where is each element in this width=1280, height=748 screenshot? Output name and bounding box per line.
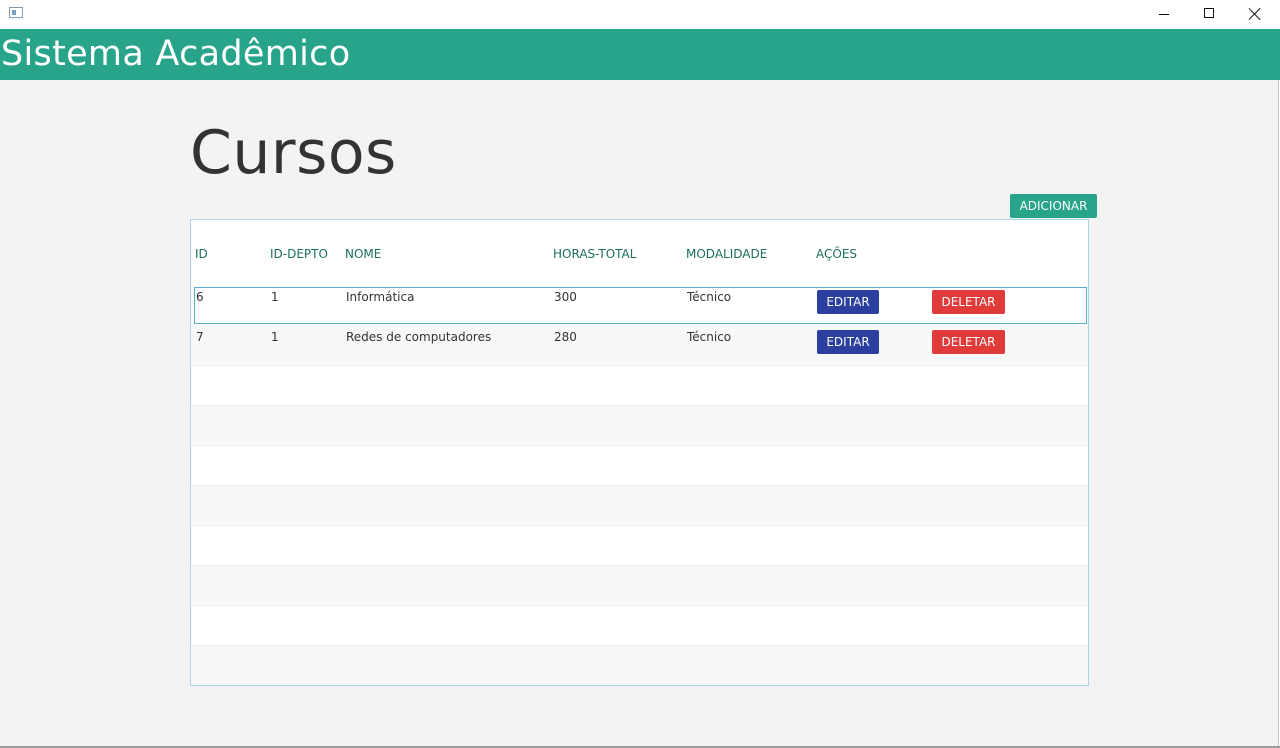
- minimize-icon: [1159, 14, 1169, 15]
- empty-table-row: [191, 446, 1088, 486]
- courses-table: ID ID-DEPTO NOME HORAS-TOTAL MODALIDADE …: [190, 219, 1089, 686]
- table-header: ID ID-DEPTO NOME HORAS-TOTAL MODALIDADE …: [191, 220, 1088, 287]
- column-header-acoes[interactable]: AÇÕES: [816, 247, 857, 261]
- column-header-horas-total[interactable]: HORAS-TOTAL: [553, 247, 636, 261]
- page-title: Cursos: [190, 118, 397, 188]
- window-titlebar: [0, 0, 1280, 29]
- app-title: Sistema Acadêmico: [1, 34, 351, 74]
- minimize-button[interactable]: [1141, 0, 1187, 29]
- column-header-id-depto[interactable]: ID-DEPTO: [270, 247, 328, 261]
- cell-nome: Informática: [346, 290, 415, 304]
- cell-modalidade: Técnico: [687, 290, 732, 304]
- app-header: Sistema Acadêmico: [0, 29, 1280, 80]
- column-header-nome[interactable]: NOME: [345, 247, 381, 261]
- empty-table-row: [191, 406, 1088, 446]
- empty-table-row: [191, 486, 1088, 526]
- maximize-button[interactable]: [1186, 0, 1232, 29]
- delete-button[interactable]: DELETAR: [932, 290, 1005, 314]
- empty-table-row: [191, 366, 1088, 406]
- cell-nome: Redes de computadores: [346, 330, 492, 344]
- delete-button[interactable]: DELETAR: [932, 330, 1005, 354]
- cell-id-depto: 1: [271, 290, 279, 304]
- empty-table-row: [191, 646, 1088, 685]
- cell-horas-total: 300: [554, 290, 577, 304]
- empty-table-row: [191, 606, 1088, 646]
- cell-id: 6: [196, 290, 204, 304]
- edit-button[interactable]: EDITAR: [817, 290, 879, 314]
- content-area: Cursos ADICIONAR ID ID-DEPTO NOME HORAS-…: [0, 80, 1280, 748]
- app-icon: [9, 7, 23, 18]
- table-row[interactable]: 6 1 Informática 300 Técnico EDITAR DELET…: [194, 287, 1087, 324]
- table-row[interactable]: 7 1 Redes de computadores 280 Técnico ED…: [191, 326, 1088, 366]
- cell-id-depto: 1: [271, 330, 279, 344]
- empty-table-row: [191, 566, 1088, 606]
- empty-table-row: [191, 526, 1088, 566]
- cell-horas-total: 280: [554, 330, 577, 344]
- close-button[interactable]: [1232, 0, 1278, 29]
- maximize-icon: [1204, 8, 1214, 18]
- column-header-id[interactable]: ID: [195, 247, 208, 261]
- column-header-modalidade[interactable]: MODALIDADE: [686, 247, 767, 261]
- cell-modalidade: Técnico: [687, 330, 732, 344]
- cell-id: 7: [196, 330, 204, 344]
- close-icon: [1248, 7, 1262, 21]
- add-button[interactable]: ADICIONAR: [1010, 194, 1097, 218]
- edit-button[interactable]: EDITAR: [817, 330, 879, 354]
